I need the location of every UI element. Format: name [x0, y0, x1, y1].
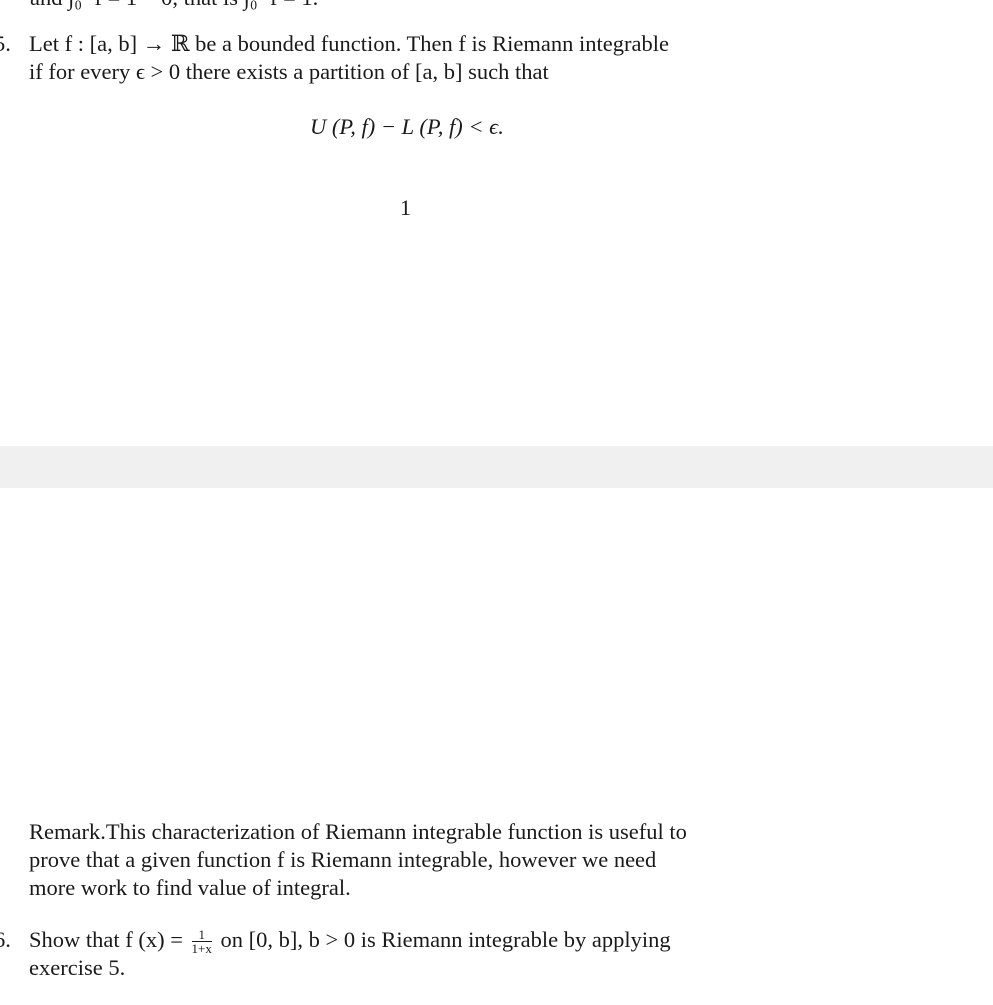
- item-5-line-2: if for every ϵ > 0 there exists a partit…: [29, 59, 549, 84]
- fraction: 1 1+x: [191, 928, 212, 957]
- document-page-2: Remark.This characterization of Riemann …: [0, 488, 993, 1005]
- fraction-denominator: 1+x: [191, 941, 212, 957]
- item-6-text-after: on [0, b], b > 0 is Riemann integrable b…: [220, 927, 671, 952]
- remark-line-1: Remark.This characterization of Riemann …: [29, 819, 687, 844]
- document-page-1: and ∫₀¹ f = 1 − 0, that is ∫₀¹ f = 1. 5.…: [0, 0, 993, 446]
- item-6-line-1: Show that f (x) = 1 1+x on [0, b], b > 0…: [29, 926, 671, 955]
- fraction-numerator: 1: [191, 928, 212, 943]
- item-6-line-2: exercise 5.: [29, 955, 126, 980]
- item-6-number: 6.: [0, 927, 11, 952]
- item-6-text-before: Show that f (x) =: [29, 927, 183, 952]
- remark-line-3: more work to find value of integral.: [29, 875, 351, 900]
- item-5-line-1: Let f : [a, b] → ℝ be a bounded function…: [29, 31, 669, 56]
- display-equation: U (P, f) − L (P, f) < ϵ.: [310, 114, 504, 139]
- item-5-number: 5.: [0, 31, 11, 56]
- remark-line-2: prove that a given function f is Riemann…: [29, 847, 657, 872]
- clipped-previous-line: and ∫₀¹ f = 1 − 0, that is ∫₀¹ f = 1.: [30, 0, 318, 12]
- page-separator: [0, 446, 993, 488]
- page-number: 1: [400, 195, 411, 220]
